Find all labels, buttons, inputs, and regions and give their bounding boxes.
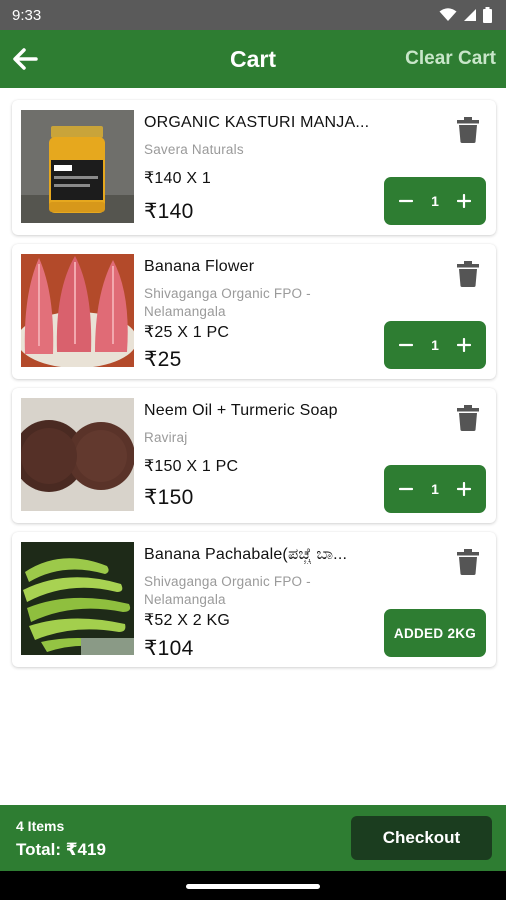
app-bar: Cart Clear Cart — [0, 30, 506, 88]
quantity-value: 1 — [431, 481, 439, 497]
cart-list: ORGANIC KASTURI MANJA... Savera Naturals… — [12, 100, 496, 676]
checkout-button[interactable]: Checkout — [351, 816, 492, 860]
decrease-button[interactable] — [394, 477, 418, 501]
delete-button[interactable] — [456, 261, 480, 287]
decrease-button[interactable] — [394, 189, 418, 213]
quantity-stepper: 1 — [384, 465, 486, 513]
checkout-bar: 4 Items Total: ₹419 Checkout — [0, 805, 506, 871]
added-weight-button[interactable]: ADDED 2KG — [384, 609, 486, 657]
product-total: ₹25 — [144, 348, 182, 371]
product-name[interactable]: Banana Flower — [144, 258, 394, 276]
status-time: 9:33 — [12, 6, 42, 24]
delete-button[interactable] — [456, 117, 480, 143]
minus-icon — [399, 199, 413, 203]
product-image-green-bananas[interactable] — [21, 542, 134, 655]
product-name[interactable]: Neem Oil + Turmeric Soap — [144, 402, 394, 420]
signal-icon — [464, 9, 476, 21]
product-image-soap[interactable] — [21, 398, 134, 511]
product-image-turmeric-jar[interactable] — [21, 110, 134, 223]
back-button[interactable] — [10, 44, 40, 74]
status-icons — [439, 7, 492, 23]
cart-total: Total: ₹419 — [16, 840, 106, 859]
minus-icon — [399, 343, 413, 347]
navigation-bar — [0, 871, 506, 900]
product-name[interactable]: ORGANIC KASTURI MANJA... — [144, 114, 394, 132]
quantity-value: 1 — [431, 193, 439, 209]
battery-icon — [483, 7, 492, 23]
minus-icon — [399, 487, 413, 491]
trash-icon — [457, 405, 479, 431]
product-total: ₹140 — [144, 200, 194, 223]
product-rate: ₹140 X 1 — [144, 170, 211, 187]
cart-item: ORGANIC KASTURI MANJA... Savera Naturals… — [12, 100, 496, 235]
decrease-button[interactable] — [394, 333, 418, 357]
arrow-left-icon — [13, 48, 38, 70]
delete-button[interactable] — [456, 549, 480, 575]
plus-icon — [456, 194, 471, 208]
product-total: ₹104 — [144, 637, 194, 660]
delete-button[interactable] — [456, 405, 480, 431]
increase-button[interactable] — [452, 189, 476, 213]
home-gesture-handle[interactable] — [186, 884, 320, 889]
product-seller: Shivaganga Organic FPO - Nelamangala — [144, 286, 311, 319]
cart-item: Banana Flower Shivaganga Organic FPO - N… — [12, 244, 496, 379]
product-image-banana-flower[interactable] — [21, 254, 134, 367]
product-total: ₹150 — [144, 486, 194, 509]
increase-button[interactable] — [452, 333, 476, 357]
items-count: 4 Items — [16, 818, 65, 834]
status-bar: 9:33 — [0, 0, 506, 30]
wifi-icon — [439, 8, 457, 21]
product-rate: ₹52 X 2 KG — [144, 612, 230, 629]
trash-icon — [457, 549, 479, 575]
trash-icon — [457, 261, 479, 287]
product-rate: ₹25 X 1 PC — [144, 324, 230, 341]
product-seller: Savera Naturals — [144, 142, 244, 157]
product-seller: Shivaganga Organic FPO - Nelamangala — [144, 574, 311, 607]
product-seller: Raviraj — [144, 430, 188, 445]
plus-icon — [456, 338, 471, 352]
quantity-stepper: 1 — [384, 321, 486, 369]
increase-button[interactable] — [452, 477, 476, 501]
plus-icon — [456, 482, 471, 496]
cart-item: Banana Pachabale(ಪಚ್ಚೆ ಬಾ... Shivaganga … — [12, 532, 496, 667]
trash-icon — [457, 117, 479, 143]
clear-cart-button[interactable]: Clear Cart — [405, 48, 496, 70]
product-rate: ₹150 X 1 PC — [144, 458, 239, 475]
cart-item: Neem Oil + Turmeric Soap Raviraj ₹150 X … — [12, 388, 496, 523]
quantity-value: 1 — [431, 337, 439, 353]
product-name[interactable]: Banana Pachabale(ಪಚ್ಚೆ ಬಾ... — [144, 546, 394, 564]
quantity-stepper: 1 — [384, 177, 486, 225]
